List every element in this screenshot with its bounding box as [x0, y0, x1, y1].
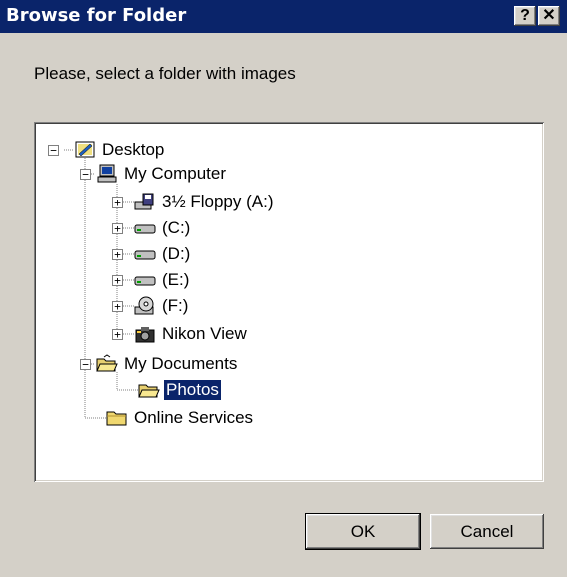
collapse-my-documents-icon[interactable]: − — [80, 359, 91, 370]
collapse-my-computer-icon[interactable]: − — [80, 169, 91, 180]
folder-icon — [106, 411, 127, 426]
folder-tree[interactable]: − − + + + + + + − Desktop My Computer 3½… — [34, 122, 544, 482]
expand-nikon-view-icon[interactable]: + — [112, 329, 123, 340]
tree-item-my-documents[interactable]: My Documents — [96, 352, 239, 376]
tree-label: 3½ Floppy (A:) — [162, 192, 274, 211]
tree-label: (C:) — [162, 218, 191, 237]
prompt-text: Please, select a folder with images — [34, 64, 296, 83]
open-folder-icon — [138, 384, 160, 398]
tree-item-drive-c[interactable]: (C:) — [134, 216, 192, 240]
tree-label: Desktop — [102, 140, 165, 159]
expand-drive-d-icon[interactable]: + — [112, 249, 123, 260]
tree-label: Photos — [163, 379, 222, 401]
hard-drive-icon — [134, 224, 156, 234]
tree-label: My Documents — [124, 354, 238, 373]
tree-label: Online Services — [134, 408, 254, 427]
computer-icon — [97, 164, 117, 183]
tree-label: Nikon View — [162, 324, 247, 343]
expand-drive-f-icon[interactable]: + — [112, 301, 123, 312]
window-title: Browse for Folder — [6, 5, 187, 26]
tree-item-online-services[interactable]: Online Services — [106, 406, 255, 430]
cancel-button[interactable]: Cancel — [430, 514, 544, 549]
open-folder-icon — [96, 354, 118, 372]
expand-drive-c-icon[interactable]: + — [112, 223, 123, 234]
cd-drive-icon — [134, 296, 154, 315]
tree-item-drive-f[interactable]: (F:) — [134, 294, 190, 318]
tree-label: My Computer — [124, 164, 227, 183]
desktop-icon — [75, 141, 95, 158]
title-bar[interactable]: Browse for Folder ? ✕ — [0, 0, 567, 33]
expand-floppy-icon[interactable]: + — [112, 197, 123, 208]
collapse-desktop-icon[interactable]: − — [48, 145, 59, 156]
tree-item-floppy[interactable]: 3½ Floppy (A:) — [134, 190, 276, 214]
help-button[interactable]: ? — [514, 6, 536, 26]
tree-label: (D:) — [162, 244, 191, 263]
browse-for-folder-dialog: Browse for Folder ? ✕ Please, select a f… — [0, 0, 567, 577]
tree-item-photos[interactable]: Photos — [138, 378, 222, 402]
hard-drive-icon — [134, 250, 156, 260]
tree-label: (F:) — [162, 296, 189, 315]
tree-item-desktop[interactable]: Desktop — [74, 138, 166, 162]
tree-label: (E:) — [162, 270, 190, 289]
tree-item-drive-d[interactable]: (D:) — [134, 242, 192, 266]
tree-item-nikon-view[interactable]: Nikon View — [134, 322, 249, 346]
floppy-drive-icon — [134, 193, 154, 210]
tree-item-my-computer[interactable]: My Computer — [96, 162, 228, 186]
expand-drive-e-icon[interactable]: + — [112, 275, 123, 286]
ok-button[interactable]: OK — [305, 513, 421, 550]
hard-drive-icon — [134, 276, 156, 286]
close-button[interactable]: ✕ — [538, 6, 560, 26]
camera-icon — [135, 327, 155, 343]
tree-item-drive-e[interactable]: (E:) — [134, 268, 191, 292]
